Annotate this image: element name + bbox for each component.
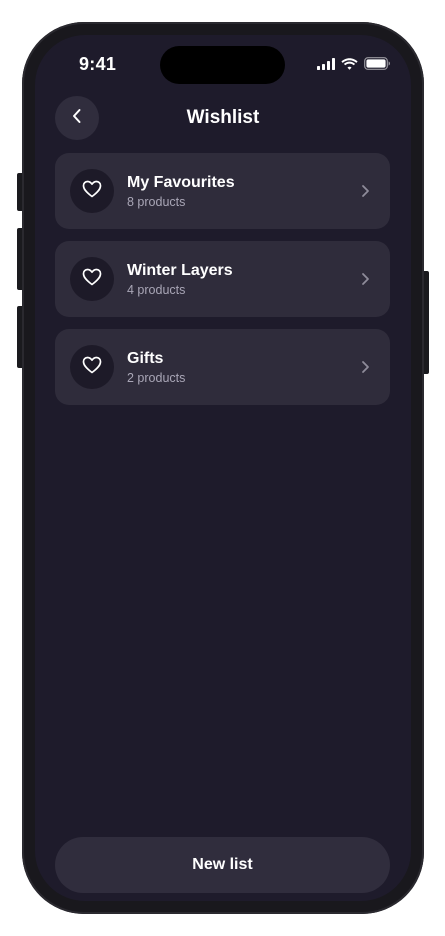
list-icon-circle [70,257,114,301]
heart-icon [82,356,102,379]
chevron-right-icon [360,182,370,200]
heart-icon [82,268,102,291]
device-stage: 9:41 Wishlist My Favourites 8 products W… [0,0,445,936]
list-title: My Favourites [127,174,235,191]
list-count: 4 products [127,283,186,297]
new-list-button[interactable]: New list [55,837,390,893]
status-icons [317,57,391,75]
wishlist-lists: My Favourites 8 products Winter Layers 4… [55,153,390,417]
signal-icon [317,57,335,75]
dynamic-island [160,46,285,84]
screen: 9:41 Wishlist My Favourites 8 products W… [35,35,411,901]
list-icon-circle [70,169,114,213]
chevron-right-icon [360,270,370,288]
list-count: 2 products [127,371,186,385]
list-title: Gifts [127,350,164,367]
status-time: 9:41 [79,54,117,74]
battery-icon [364,57,391,75]
list-item[interactable]: Gifts 2 products [55,329,390,405]
chevron-right-icon [360,358,370,376]
heart-icon [82,180,102,203]
list-count: 8 products [127,195,186,209]
page-title: Wishlist [186,107,260,128]
wifi-icon [341,57,358,75]
list-icon-circle [70,345,114,389]
list-item[interactable]: My Favourites 8 products [55,153,390,229]
list-item[interactable]: Winter Layers 4 products [55,241,390,317]
list-title: Winter Layers [127,262,233,279]
